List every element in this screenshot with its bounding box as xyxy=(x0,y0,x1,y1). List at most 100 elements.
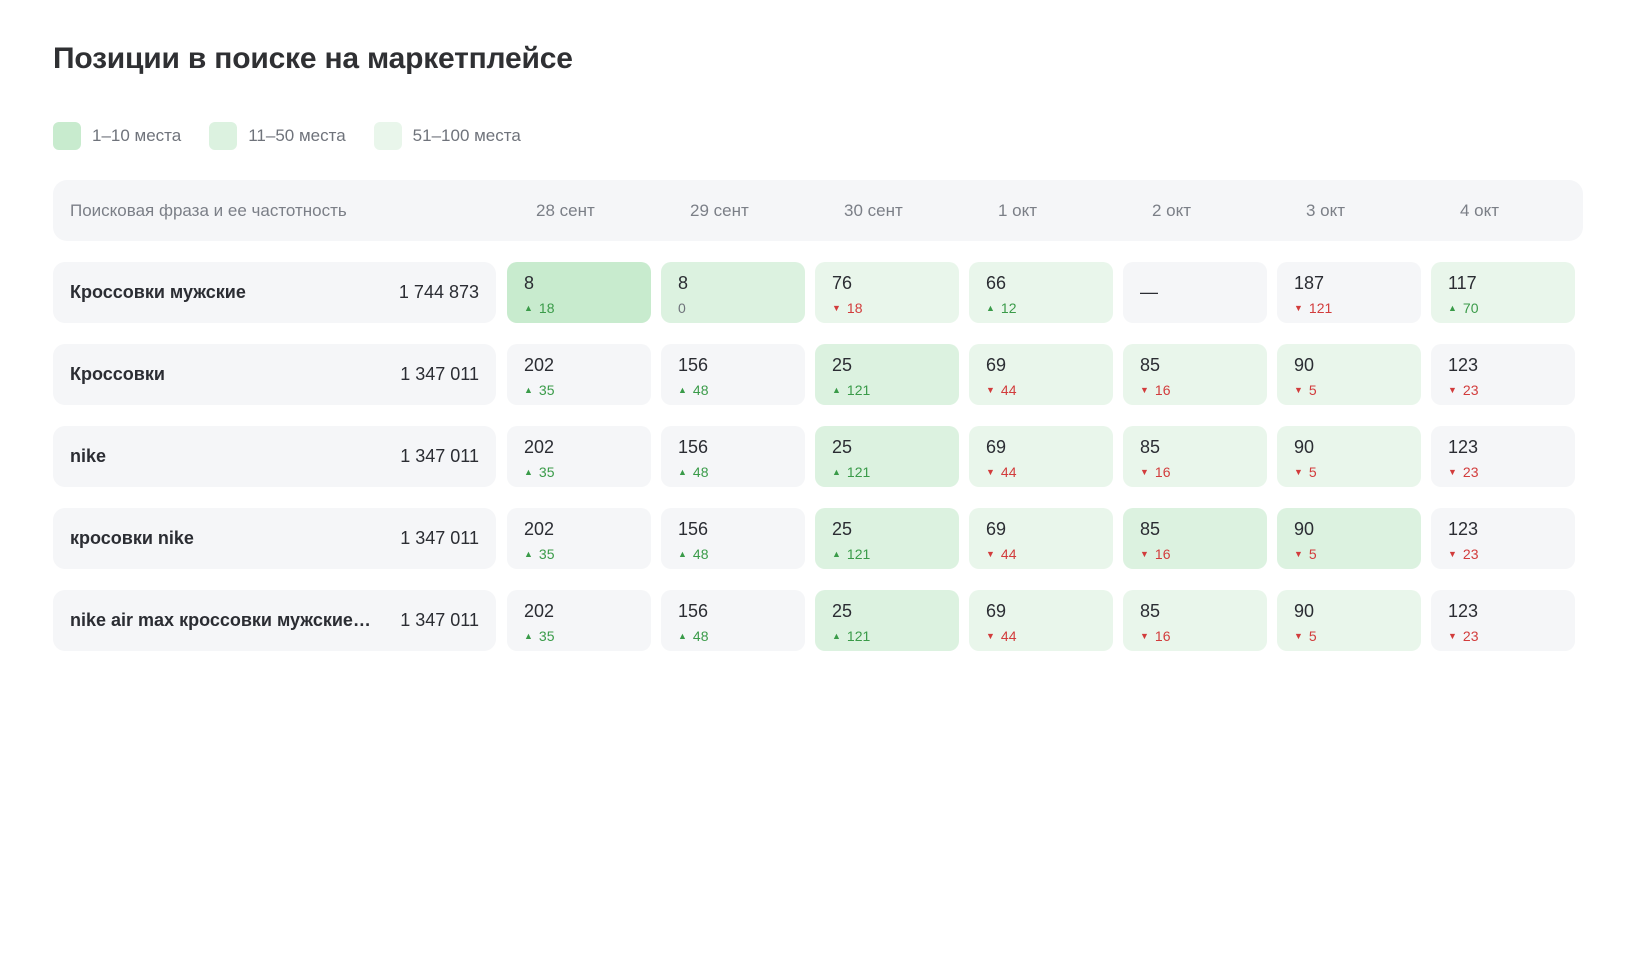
date-column-header[interactable]: 2 окт xyxy=(1152,180,1191,241)
phrase-cell[interactable]: nike air max кроссовки мужские ч... 1 347… xyxy=(53,590,496,651)
date-column-header[interactable]: 30 сент xyxy=(844,180,903,241)
position-cell[interactable]: 123 ▼ 23 xyxy=(1431,426,1575,487)
position-change: ▼ 16 xyxy=(1140,382,1171,398)
arrow-down-icon: ▼ xyxy=(986,384,995,395)
position-cell[interactable]: 156 ▲ 48 xyxy=(661,508,805,569)
position-value: 156 xyxy=(678,437,709,457)
position-change: ▲ 18 xyxy=(524,300,555,316)
position-change: ▼ 16 xyxy=(1140,546,1171,562)
arrow-down-icon: ▼ xyxy=(832,302,841,313)
arrow-up-icon: ▲ xyxy=(986,302,995,313)
position-change-value: 48 xyxy=(692,628,709,644)
position-cell[interactable]: 66 ▲ 12 xyxy=(969,262,1113,323)
position-cell[interactable]: 85 ▼ 16 xyxy=(1123,344,1267,405)
search-phrase: Кроссовки мужские xyxy=(70,282,246,302)
position-cell[interactable]: 85 ▼ 16 xyxy=(1123,508,1267,569)
position-cell[interactable]: 25 ▲ 121 xyxy=(815,508,959,569)
position-value: 123 xyxy=(1448,437,1479,457)
table-row[interactable]: Кроссовки 1 347 011 202 ▲ 35 156 ▲ 48 25 ▲ 121 69 ▼ 4… xyxy=(53,344,1583,405)
position-cell[interactable]: 156 ▲ 48 xyxy=(661,426,805,487)
position-cell[interactable]: 25 ▲ 121 xyxy=(815,344,959,405)
position-change: ▲ 35 xyxy=(524,382,555,398)
phrase-cell[interactable]: nike 1 347 011 xyxy=(53,426,496,487)
phrase-cell[interactable]: Кроссовки 1 347 011 xyxy=(53,344,496,405)
arrow-down-icon: ▼ xyxy=(1294,384,1303,395)
position-cell[interactable]: 80 xyxy=(661,262,805,323)
position-cell[interactable]: 8 ▲ 18 xyxy=(507,262,651,323)
position-cell[interactable]: 123 ▼ 23 xyxy=(1431,344,1575,405)
position-change: ▲ 121 xyxy=(832,464,870,480)
phrase-cell[interactable]: Кроссовки мужские 1 744 873 xyxy=(53,262,496,323)
date-column-header[interactable]: 28 сент xyxy=(536,180,595,241)
date-column-header[interactable]: 1 окт xyxy=(998,180,1037,241)
position-cell[interactable]: 85 ▼ 16 xyxy=(1123,590,1267,651)
phrase-cell[interactable]: кросовки nike 1 347 011 xyxy=(53,508,496,569)
position-change: ▲ 48 xyxy=(678,382,709,398)
position-change: ▼ 44 xyxy=(986,382,1017,398)
position-cell[interactable]: 202 ▲ 35 xyxy=(507,508,651,569)
legend-label: 51–100 места xyxy=(412,126,521,145)
position-cell[interactable]: 202 ▲ 35 xyxy=(507,590,651,651)
position-cell[interactable]: — xyxy=(1123,262,1267,323)
position-cell[interactable]: 156 ▲ 48 xyxy=(661,344,805,405)
date-column-header[interactable]: 4 окт xyxy=(1460,180,1499,241)
position-cell[interactable]: 69 ▼ 44 xyxy=(969,508,1113,569)
position-cell[interactable]: 85 ▼ 16 xyxy=(1123,426,1267,487)
date-column-header[interactable]: 29 сент xyxy=(690,180,749,241)
position-cell[interactable]: 69 ▼ 44 xyxy=(969,344,1113,405)
position-cell[interactable]: 25 ▲ 121 xyxy=(815,590,959,651)
position-change-value: 18 xyxy=(846,300,863,316)
position-change-value: 48 xyxy=(692,546,709,562)
arrow-up-icon: ▲ xyxy=(832,384,841,395)
position-change: ▼ 5 xyxy=(1294,546,1317,562)
position-cell[interactable]: 90 ▼ 5 xyxy=(1277,508,1421,569)
position-cell[interactable]: 25 ▲ 121 xyxy=(815,426,959,487)
position-cell[interactable]: 90 ▼ 5 xyxy=(1277,426,1421,487)
position-value: 69 xyxy=(986,355,1007,375)
position-change-value: 121 xyxy=(846,546,871,562)
table-row[interactable]: nike air max кроссовки мужские ч... 1 347… xyxy=(53,590,1583,651)
position-cell[interactable]: 156 ▲ 48 xyxy=(661,590,805,651)
arrow-down-icon: ▼ xyxy=(1294,302,1303,313)
legend-label: 11–50 места xyxy=(248,126,346,145)
arrow-up-icon: ▲ xyxy=(832,548,841,559)
position-cell[interactable]: 202 ▲ 35 xyxy=(507,426,651,487)
position-change: ▼ 121 xyxy=(1294,300,1332,316)
position-cell[interactable]: 123 ▼ 23 xyxy=(1431,508,1575,569)
position-change: ▼ 44 xyxy=(986,546,1017,562)
table-row[interactable]: кросовки nike 1 347 011 202 ▲ 35 156 ▲ 48 25 ▲ 121… xyxy=(53,508,1583,569)
arrow-down-icon: ▼ xyxy=(986,466,995,477)
position-value: 156 xyxy=(678,601,709,621)
position-value: 117 xyxy=(1448,273,1477,293)
position-cell[interactable]: 117 ▲ 70 xyxy=(1431,262,1575,323)
position-change-value: 35 xyxy=(538,464,555,480)
position-change-value: 16 xyxy=(1154,382,1171,398)
position-change-value: 16 xyxy=(1154,546,1171,562)
position-value: 156 xyxy=(678,519,709,539)
position-change-value: 0 xyxy=(678,300,686,316)
position-change: ▲ 70 xyxy=(1448,300,1479,316)
position-cell[interactable]: 123 ▼ 23 xyxy=(1431,590,1575,651)
search-phrase: nike xyxy=(70,446,107,466)
table-row[interactable]: nike 1 347 011 202 ▲ 35 156 ▲ 48 25 ▲ 121 69 ▼ 44 85 ▼ 1… xyxy=(53,426,1583,487)
date-column-header[interactable]: 3 окт xyxy=(1306,180,1345,241)
arrow-up-icon: ▲ xyxy=(678,466,687,477)
arrow-down-icon: ▼ xyxy=(1294,548,1303,559)
position-cell[interactable]: 76 ▼ 18 xyxy=(815,262,959,323)
position-change-value: 121 xyxy=(846,628,871,644)
position-cell[interactable]: 69 ▼ 44 xyxy=(969,590,1113,651)
table-row[interactable]: Кроссовки мужские 1 744 873 8 ▲ 18 8 0 76 ▼ 18 66 ▲… xyxy=(53,262,1583,323)
position-change: ▲ 121 xyxy=(832,382,870,398)
arrow-up-icon: ▲ xyxy=(524,548,533,559)
position-cell[interactable]: 90 ▼ 5 xyxy=(1277,590,1421,651)
position-change: ▼ 18 xyxy=(832,300,863,316)
position-value: 25 xyxy=(832,601,853,621)
position-cell[interactable]: 90 ▼ 5 xyxy=(1277,344,1421,405)
position-value: 123 xyxy=(1448,519,1479,539)
phrase-frequency: 1 744 873 xyxy=(398,282,479,302)
position-cell[interactable]: 69 ▼ 44 xyxy=(969,426,1113,487)
position-cell[interactable]: 202 ▲ 35 xyxy=(507,344,651,405)
position-value: 90 xyxy=(1294,355,1315,375)
position-change-value: 48 xyxy=(692,464,709,480)
position-cell[interactable]: 187 ▼ 121 xyxy=(1277,262,1421,323)
